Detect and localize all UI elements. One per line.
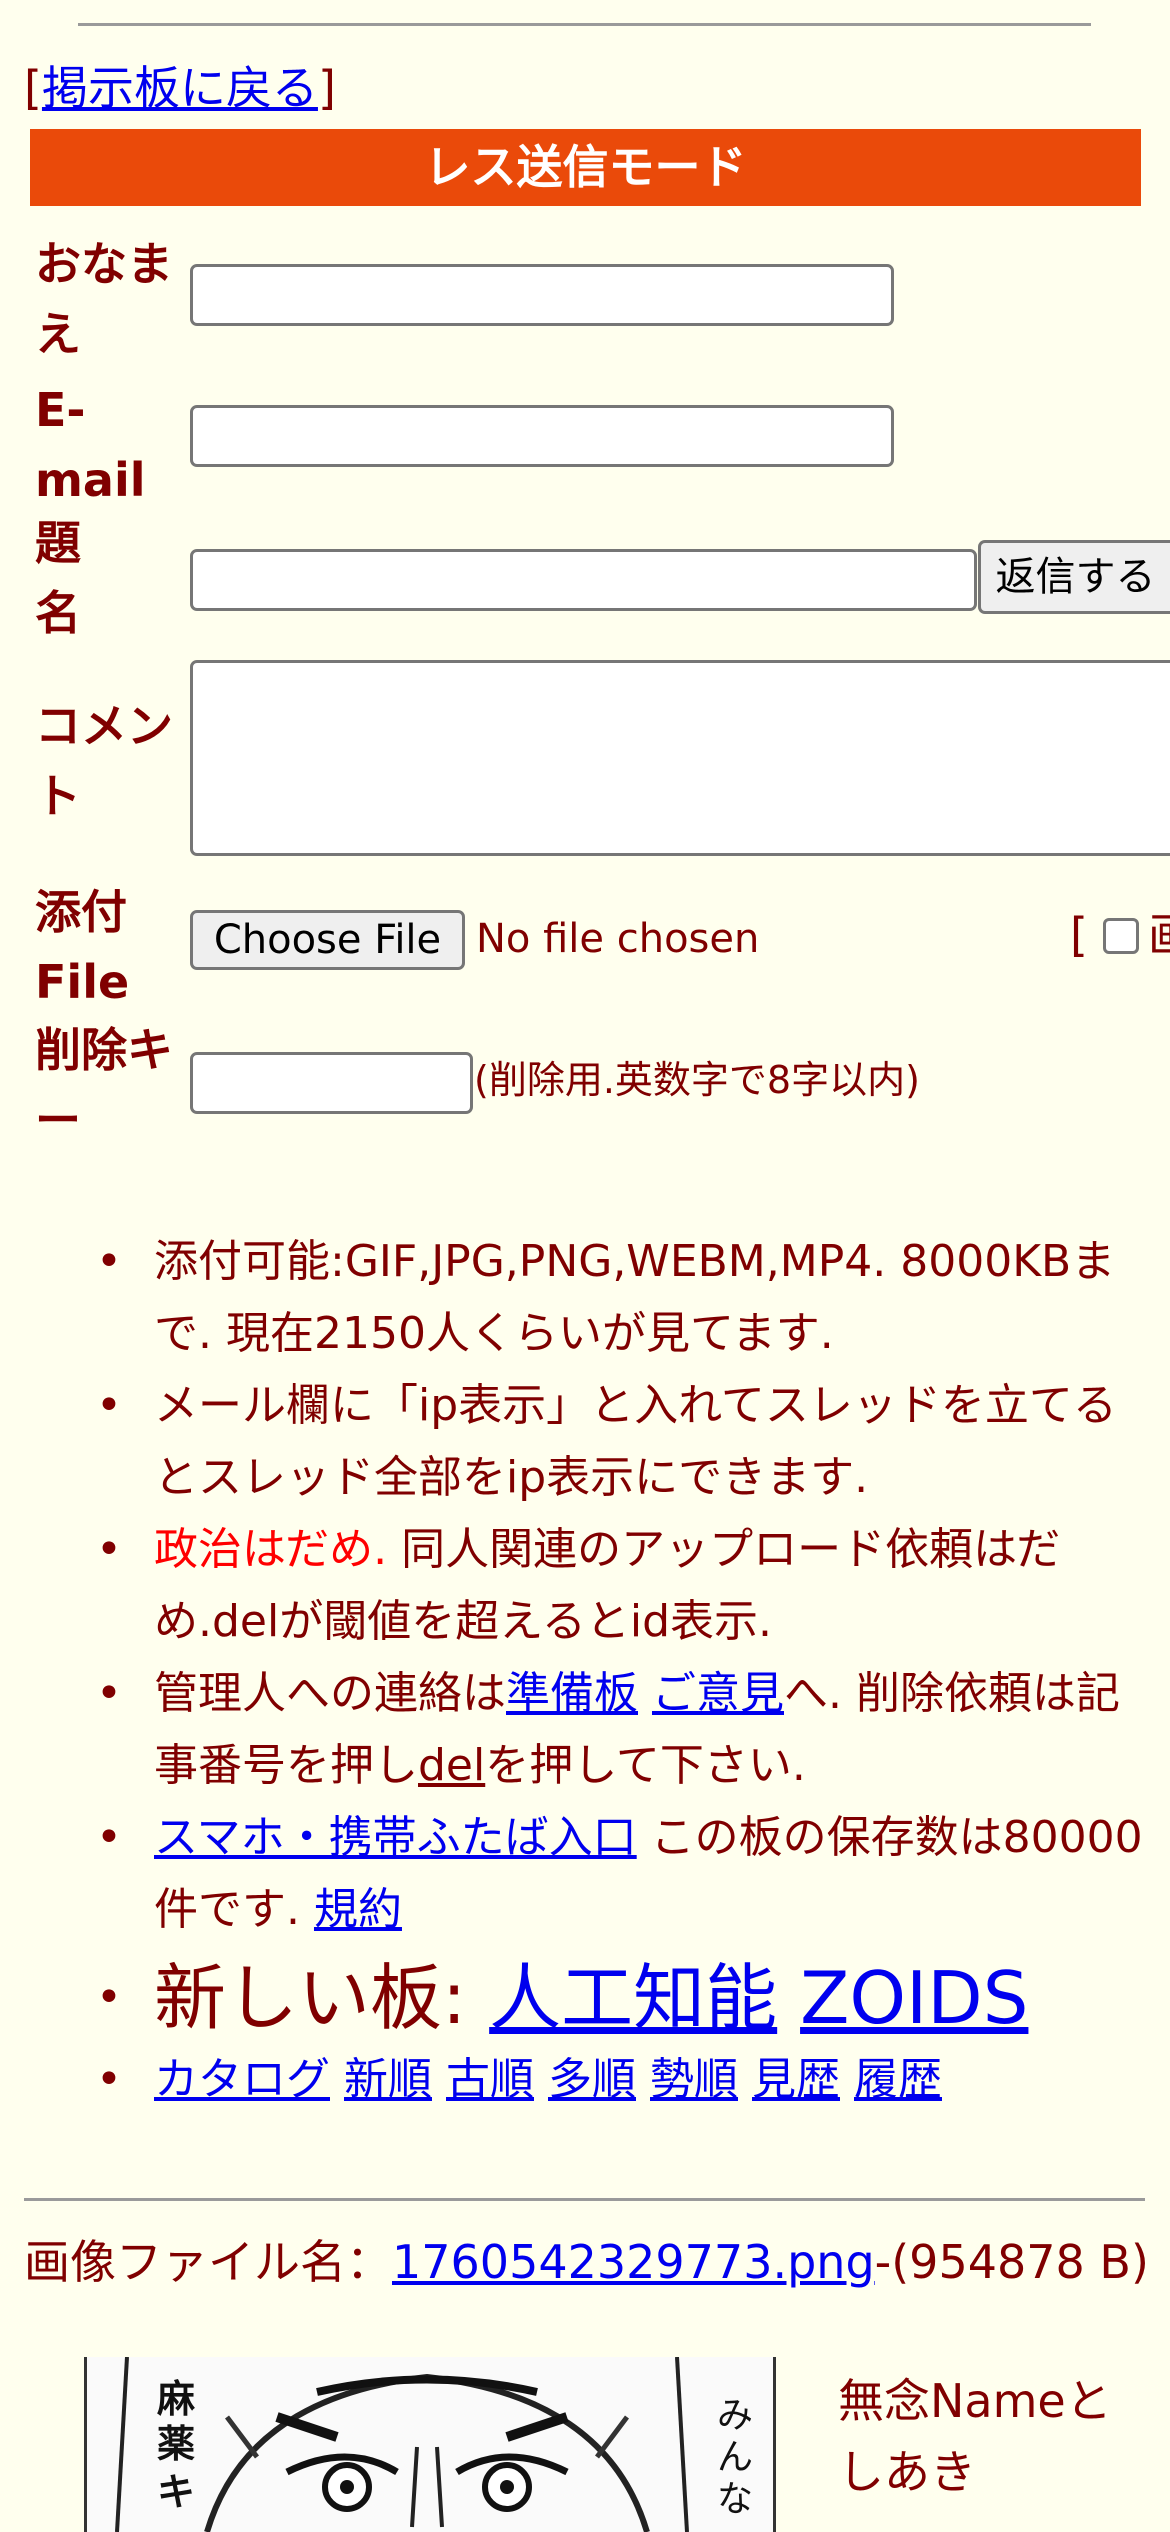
post-history-link[interactable]: 履歴 xyxy=(854,2054,942,2105)
name-label: おなま え xyxy=(35,229,173,369)
file-label-line2: File xyxy=(35,955,130,1009)
terms-link[interactable]: 規約 xyxy=(314,1884,402,1935)
delkey-label: 削除キ ー xyxy=(35,1015,173,1155)
svg-text:薬: 薬 xyxy=(157,2422,195,2466)
image-file-info: 画像ファイル名：1760542329773.png-(954878 B) xyxy=(24,2233,1154,2291)
reply-mode-header: レス送信モード xyxy=(30,129,1141,206)
svg-text:キ: キ xyxy=(157,2470,195,2514)
no-file-status: No file chosen xyxy=(476,916,760,962)
comment-label-line1: コメン xyxy=(35,699,173,753)
mobile-entry-link[interactable]: スマホ・携帯ふたば入口 xyxy=(154,1812,637,1863)
comment-textarea[interactable] xyxy=(190,660,1170,856)
info-attachments-text: 添付可能:GIF,JPG,PNG,WEBM,MP4. 8000KBまで. 現在2… xyxy=(154,1236,1116,1359)
delete-key-input[interactable] xyxy=(190,1052,473,1114)
delkey-label-line2: ー xyxy=(35,1093,81,1147)
subject-input[interactable] xyxy=(190,549,977,611)
name-input[interactable] xyxy=(190,264,894,326)
bracket-close: ] xyxy=(317,61,336,115)
delete-key-hint: (削除用.英数字で8字以内) xyxy=(474,1058,920,1102)
comment-label-line2: ト xyxy=(35,769,81,823)
email-input[interactable] xyxy=(190,405,894,467)
image-toggle-label: 画 xyxy=(1148,905,1170,965)
info-item-ip: メール欄に「ip表示」と入れてスレッドを立てるとスレッド全部をip表示にできます… xyxy=(0,1370,1154,1514)
file-label: 添付 File xyxy=(35,877,129,1017)
email-label-line1: E- xyxy=(35,383,86,437)
email-label: E- mail xyxy=(35,375,146,515)
viewed-history-link[interactable]: 見歴 xyxy=(752,2054,840,2105)
ai-board-link[interactable]: 人工知能 xyxy=(489,1956,777,2040)
subject-label-line1: 題 xyxy=(35,516,81,570)
file-size: -(954878 B) xyxy=(874,2235,1149,2289)
new-boards-label: 新しい板: xyxy=(154,1956,490,2040)
name-label-line2: え xyxy=(35,307,81,361)
sort-most-replies-link[interactable]: 多順 xyxy=(548,2054,636,2105)
catalog-link[interactable]: カタログ xyxy=(154,2054,330,2105)
post-subject: 無念Nameとしあき xyxy=(838,2374,1112,2499)
image-toggle-checkbox[interactable] xyxy=(1103,918,1139,954)
image-file-link[interactable]: 1760542329773.png xyxy=(392,2235,875,2289)
subject-label-line2: 名 xyxy=(35,586,81,640)
info-item-mobile: スマホ・携帯ふたば入口 この板の保存数は80000件です. 規約 xyxy=(0,1802,1154,1946)
image-toggle-bracket: [ xyxy=(1070,908,1088,962)
contact-text: 管理人への連絡は xyxy=(154,1668,506,1719)
no-politics-notice: 政治はだめ. xyxy=(154,1524,388,1575)
back-nav: [掲示板に戻る] xyxy=(24,58,336,118)
thread-divider xyxy=(24,2198,1145,2201)
svg-text:麻: 麻 xyxy=(157,2377,195,2421)
delkey-label-line1: 削除キ xyxy=(35,1023,173,1077)
sort-newest-link[interactable]: 新順 xyxy=(344,2054,432,2105)
choose-file-button[interactable]: Choose File xyxy=(190,910,465,970)
info-item-contact: 管理人への連絡は準備板 ご意見へ. 削除依頼は記事番号を押しdelを押して下さい… xyxy=(0,1658,1154,1802)
subject-label: 題 名 xyxy=(35,508,81,648)
info-ip-text: メール欄に「ip表示」と入れてスレッドを立てるとスレッド全部をip表示にできます… xyxy=(154,1380,1117,1503)
file-name-prefix: 画像ファイル名： xyxy=(24,2235,392,2289)
info-item-new-boards: 新しい板: 人工知能 ZOIDS xyxy=(0,1946,1154,2050)
bracket-open: [ xyxy=(24,61,42,115)
del-example: del xyxy=(418,1740,486,1791)
board-info-list: 添付可能:GIF,JPG,PNG,WEBM,MP4. 8000KBまで. 現在2… xyxy=(0,1226,1170,2116)
sort-momentum-link[interactable]: 勢順 xyxy=(650,2054,738,2105)
post-image-thumbnail[interactable]: 麻 薬 キ み ん な xyxy=(84,2357,776,2532)
info-item-attachments: 添付可能:GIF,JPG,PNG,WEBM,MP4. 8000KBまで. 現在2… xyxy=(0,1226,1154,1370)
file-label-line1: 添付 xyxy=(35,885,127,939)
info-item-sort-links: カタログ 新順 古順 多順 勢順 見歴 履歴 xyxy=(0,2044,1154,2116)
svg-text:ん: ん xyxy=(717,2437,753,2478)
manga-face-illustration: 麻 薬 キ み ん な xyxy=(87,2357,773,2532)
zoids-board-link[interactable]: ZOIDS xyxy=(800,1956,1028,2040)
reply-submit-button[interactable]: 返信する xyxy=(978,540,1170,614)
feedback-link[interactable]: ご意見 xyxy=(652,1668,784,1719)
info-item-rules: 政治はだめ. 同人関連のアップロード依頼はだめ.delが閾値を超えるとid表示. xyxy=(0,1514,1154,1658)
contact-text-end: を押して下さい. xyxy=(485,1740,806,1791)
comment-label: コメン ト xyxy=(35,691,173,831)
name-label-line1: おなま xyxy=(35,237,173,291)
top-divider xyxy=(78,23,1091,26)
back-to-board-link[interactable]: 掲示板に戻る xyxy=(42,61,318,115)
svg-text:み: み xyxy=(717,2395,753,2436)
svg-text:な: な xyxy=(717,2479,753,2520)
email-label-line2: mail xyxy=(35,453,146,507)
prep-board-link[interactable]: 準備板 xyxy=(506,1668,638,1719)
sort-oldest-link[interactable]: 古順 xyxy=(446,2054,534,2105)
